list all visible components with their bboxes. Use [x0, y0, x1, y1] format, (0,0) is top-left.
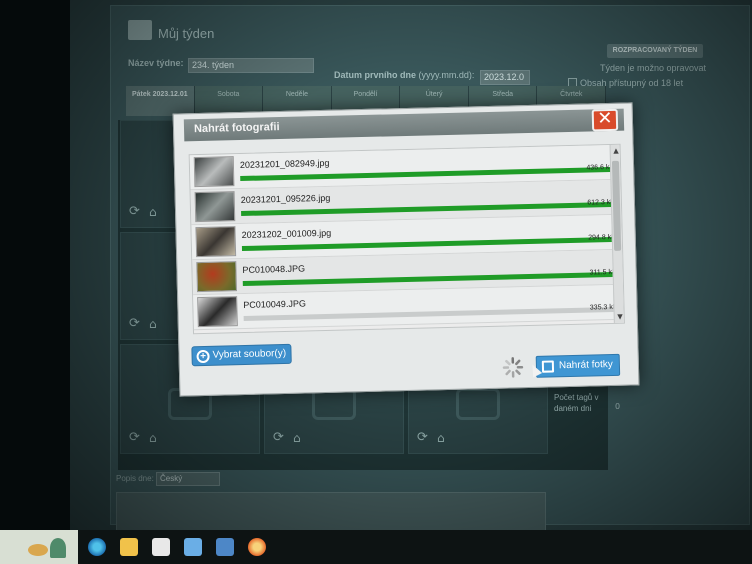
- rotate-icon[interactable]: ⟳: [273, 430, 284, 445]
- file-name: 20231201_095226.jpg: [240, 192, 331, 206]
- photo-thumbnail: [196, 261, 238, 293]
- tab-day-1[interactable]: Pátek 2023.12.01: [126, 86, 195, 116]
- first-day-label: Datum prvního dne (yyyy.mm.dd):: [334, 70, 475, 80]
- home-icon[interactable]: ⌂: [149, 431, 157, 445]
- upload-photos-label: Nahrát fotky: [558, 358, 613, 372]
- upload-photos-button[interactable]: Nahrát fotky: [535, 353, 621, 378]
- upload-dialog: Nahrát fotografii ✕ 20231201_082949.jpg …: [172, 102, 640, 397]
- edit-note: Týden je možno opravovat: [600, 63, 707, 73]
- taskbar: [0, 530, 752, 564]
- select-files-label: Vybrat soubor(y): [212, 347, 287, 361]
- calendar-icon: [128, 20, 152, 40]
- loading-spinner-icon: [502, 357, 524, 378]
- photo-thumbnail: [193, 156, 235, 188]
- progress-bar: [241, 201, 612, 217]
- progress-bar: [243, 306, 614, 321]
- taskbar-wallpaper-preview: [0, 530, 78, 564]
- rotate-icon[interactable]: ⟳: [129, 204, 140, 219]
- progress-bar: [241, 236, 612, 252]
- camera-placeholder-icon: [456, 388, 500, 421]
- page-title: Můj týden: [158, 26, 215, 41]
- photo-thumbnail: [197, 296, 238, 328]
- photo-thumbnail: [195, 226, 237, 258]
- rotate-icon[interactable]: ⟳: [129, 430, 140, 445]
- plus-icon: +: [196, 349, 210, 364]
- rotate-icon[interactable]: ⟳: [417, 430, 428, 445]
- firefox-icon[interactable]: [248, 538, 266, 556]
- dialog-title: Nahrát fotografii: [193, 121, 280, 136]
- day-description-label: Popis dne:: [116, 474, 154, 483]
- scroll-down-icon[interactable]: ▼: [617, 313, 623, 321]
- tag-count-value: 0: [615, 402, 621, 411]
- file-name: 20231202_001009.jpg: [241, 227, 332, 241]
- mail-icon[interactable]: [184, 538, 202, 556]
- save-icon: [541, 360, 555, 373]
- edge-browser-icon[interactable]: [88, 538, 106, 556]
- week-name-input[interactable]: 234. týden: [188, 58, 314, 73]
- close-button[interactable]: ✕: [591, 108, 619, 132]
- dialog-header: Nahrát fotografii ✕: [183, 108, 625, 142]
- week-name-label: Název týdne:: [128, 58, 184, 68]
- scroll-thumb[interactable]: [611, 160, 622, 251]
- select-files-button[interactable]: + Vybrat soubor(y): [191, 343, 292, 367]
- file-name: PC010048.JPG: [242, 263, 306, 275]
- file-name: 20231201_082949.jpg: [239, 157, 330, 171]
- day-description-textarea[interactable]: [116, 492, 546, 530]
- home-icon[interactable]: ⌂: [149, 205, 157, 219]
- people-icon[interactable]: [216, 538, 234, 556]
- progress-bar: [240, 166, 611, 182]
- tag-count-label: Počet tagů v daném dni: [554, 393, 599, 413]
- first-day-input[interactable]: 2023.12.0: [480, 70, 530, 85]
- home-icon[interactable]: ⌂: [293, 431, 301, 445]
- home-icon[interactable]: ⌂: [149, 317, 157, 331]
- scroll-up-icon[interactable]: ▲: [613, 147, 619, 155]
- rotate-icon[interactable]: ⟳: [129, 316, 140, 331]
- file-explorer-icon[interactable]: [120, 538, 138, 556]
- store-icon[interactable]: [152, 538, 170, 556]
- photo-thumbnail: [194, 191, 236, 223]
- progress-bar: [242, 271, 613, 286]
- status-badge: ROZPRACOVANÝ TÝDEN: [607, 44, 703, 58]
- file-name: PC010049.JPG: [243, 298, 306, 310]
- language-select[interactable]: Český: [156, 472, 220, 486]
- file-list: 20231201_082949.jpg 436.6 kB 20231201_09…: [188, 143, 625, 335]
- home-icon[interactable]: ⌂: [437, 431, 445, 445]
